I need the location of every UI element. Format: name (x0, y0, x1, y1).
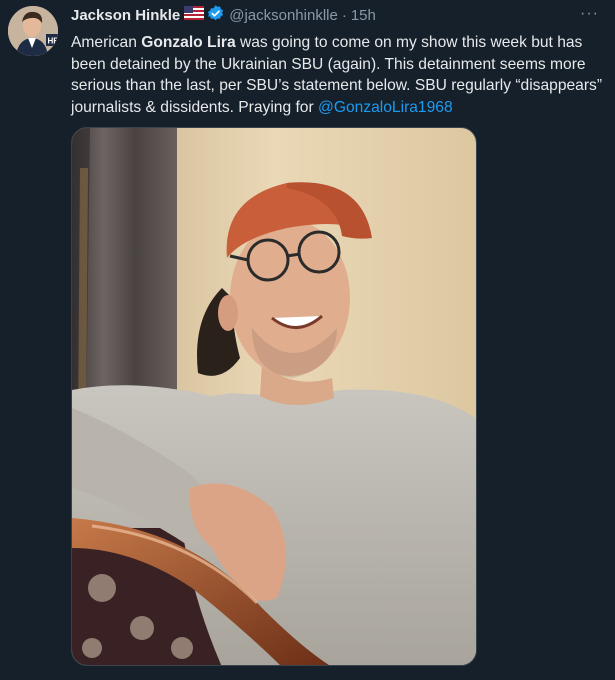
author-handle[interactable]: @jacksonhinklle (229, 6, 338, 26)
author-name[interactable]: Jackson Hinkle (71, 6, 180, 26)
tweet-text-bold: Gonzalo Lira (141, 34, 236, 51)
more-options-icon[interactable]: ··· (580, 6, 599, 22)
verified-badge-icon[interactable] (206, 4, 225, 29)
tweet-text-part: American (71, 34, 142, 51)
us-flag-icon (184, 6, 205, 26)
tweet-timestamp[interactable]: 15h (351, 6, 376, 26)
separator-dot: · (341, 7, 347, 24)
tweet-content: Jackson Hinkle @jacksonhinklle · 15h ···… (71, 4, 602, 118)
author-avatar[interactable]: HB (8, 6, 58, 56)
tweet-photo[interactable] (71, 127, 477, 666)
avatar-badge-text: HB (48, 37, 59, 46)
tweet-header: Jackson Hinkle @jacksonhinklle · 15h (71, 4, 599, 29)
tweet-card[interactable]: HB Jackson Hinkle @jacksonhinklle · 15h … (0, 0, 615, 680)
tweet-text: American Gonzalo Lira was going to come … (71, 32, 611, 118)
mention-link[interactable]: @GonzaloLira1968 (318, 99, 453, 116)
